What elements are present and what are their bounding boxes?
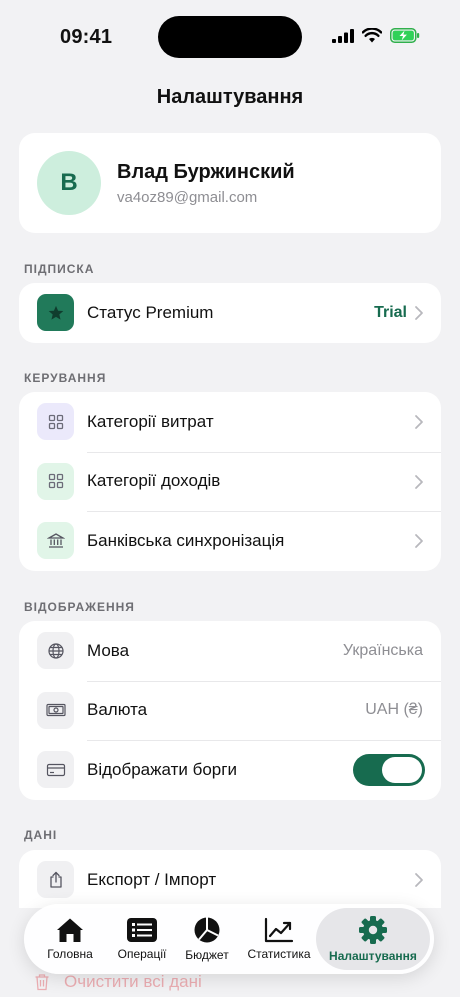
globe-icon: [37, 632, 74, 669]
bank-sync-row[interactable]: Банківська синхронізація: [19, 511, 441, 571]
section-label-management: КЕРУВАННЯ: [24, 371, 107, 385]
currency-label: Валюта: [87, 700, 148, 720]
list-icon: [127, 918, 157, 942]
tab-label: Статистика: [247, 947, 311, 961]
expense-categories-label: Категорії витрат: [87, 411, 214, 431]
data-card: Експорт / Імпорт: [19, 850, 441, 908]
tab-label: Операції: [117, 947, 167, 961]
export-import-label: Експорт / Імпорт: [87, 869, 217, 889]
bank-icon: [37, 522, 74, 560]
pie-chart-icon: [194, 917, 220, 943]
currency-row[interactable]: Валюта UAH (₴): [19, 680, 441, 741]
profile-name: Влад Буржинский: [117, 161, 295, 183]
language-value: Українська: [342, 641, 423, 659]
display-card: Мова Українська Валюта UAH (₴) Відобража…: [19, 621, 441, 800]
home-icon: [57, 918, 83, 942]
status-time: 09:41: [60, 26, 113, 48]
show-debts-row: Відображати борги: [19, 740, 441, 800]
tab-statistics[interactable]: Статистика: [242, 908, 316, 970]
page-title: Налаштування: [156, 86, 304, 108]
premium-status-value: Trial: [374, 303, 407, 321]
tab-budget[interactable]: Бюджет: [172, 908, 242, 970]
show-debts-label: Відображати борги: [87, 759, 237, 779]
section-label-data: ДАНІ: [24, 828, 58, 842]
section-label-subscription: ПІДПИСКА: [24, 262, 95, 276]
trend-chart-icon: [264, 917, 294, 943]
income-categories-row[interactable]: Категорії доходів: [19, 451, 441, 512]
chevron-right-icon: [415, 474, 423, 489]
language-row[interactable]: Мова Українська: [19, 621, 441, 681]
grid-icon: [37, 462, 74, 500]
clear-data-row[interactable]: Очистити всі дані: [34, 972, 202, 992]
battery-charging-icon: [390, 28, 420, 43]
tab-label: Бюджет: [185, 948, 229, 962]
chevron-right-icon: [415, 534, 423, 549]
income-categories-label: Категорії доходів: [87, 471, 221, 491]
avatar-initial: В: [60, 169, 78, 196]
section-label-display: ВІДОБРАЖЕННЯ: [24, 600, 135, 614]
avatar: В: [37, 151, 101, 215]
premium-status-row[interactable]: Статус Premium Trial: [19, 283, 441, 343]
language-label: Мова: [87, 640, 130, 660]
expense-categories-row[interactable]: Категорії витрат: [19, 392, 441, 452]
share-icon: [37, 861, 74, 898]
chevron-right-icon: [415, 306, 423, 320]
tab-bar: Головна Операції Бюджет Статистика Налаш…: [24, 904, 434, 974]
status-bar: 09:41: [0, 0, 460, 76]
grid-icon: [37, 403, 74, 440]
tab-home[interactable]: Головна: [28, 908, 112, 970]
currency-value: UAH (₴): [365, 701, 423, 719]
tab-settings[interactable]: Налаштування: [316, 908, 430, 970]
status-icons: [332, 28, 420, 43]
dynamic-island: [158, 16, 302, 58]
profile-email: va4oz89@gmail.com: [117, 189, 258, 206]
chevron-right-icon: [415, 415, 423, 429]
bank-sync-label: Банківська синхронізація: [87, 530, 285, 550]
clear-data-label: Очистити всі дані: [64, 972, 202, 991]
tab-label: Головна: [47, 947, 93, 961]
banknote-icon: [37, 691, 74, 729]
gear-icon: [359, 916, 387, 944]
management-card: Категорії витрат Категорії доходів Банкі…: [19, 392, 441, 571]
star-icon: [37, 294, 74, 331]
export-import-row[interactable]: Експорт / Імпорт: [19, 850, 441, 908]
tab-label: Налаштування: [329, 949, 417, 963]
show-debts-toggle[interactable]: [353, 754, 425, 787]
toggle-knob: [382, 757, 422, 784]
tab-operations[interactable]: Операції: [112, 908, 172, 970]
profile-card[interactable]: В Влад Буржинский va4oz89@gmail.com: [19, 133, 441, 233]
trash-icon: [35, 974, 49, 991]
wifi-icon: [362, 28, 382, 43]
chevron-right-icon: [415, 873, 423, 887]
subscription-card: Статус Premium Trial: [19, 283, 441, 343]
card-icon: [37, 751, 74, 789]
premium-status-label: Статус Premium: [87, 302, 214, 322]
cellular-signal-icon: [332, 28, 354, 43]
